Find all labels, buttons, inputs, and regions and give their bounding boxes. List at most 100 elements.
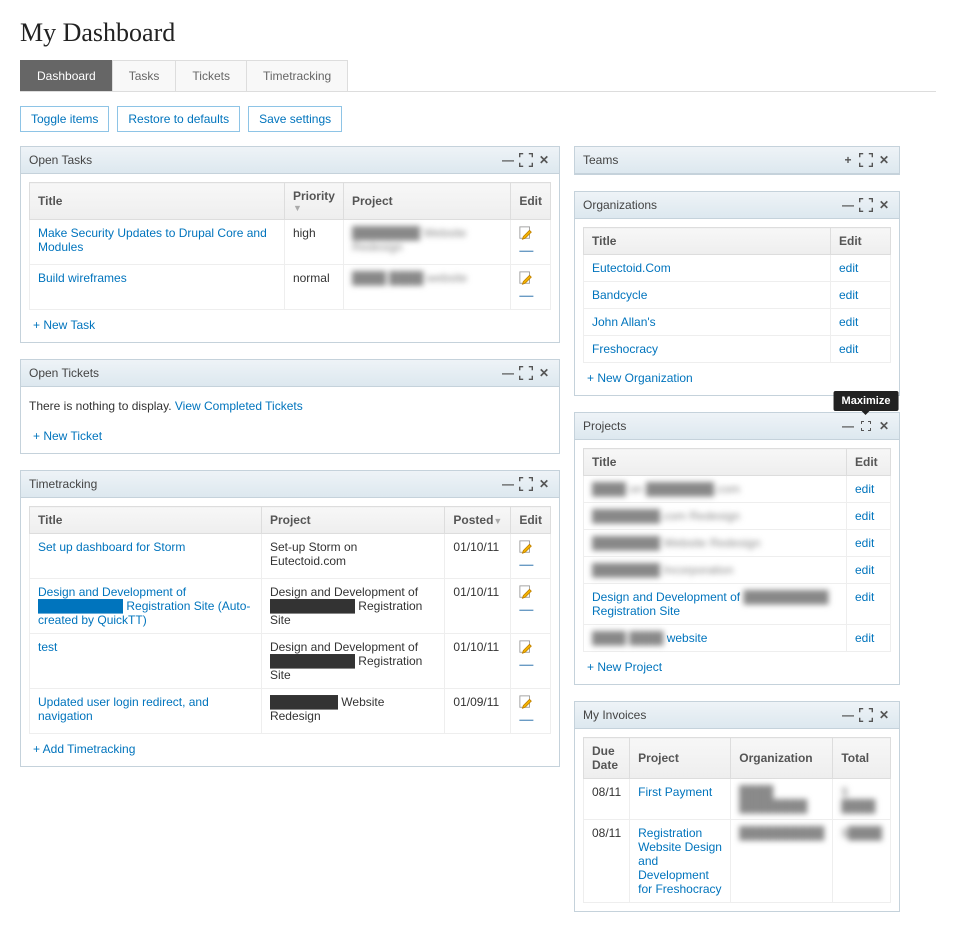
table-row: 08/11Registration Website Design and Dev…: [584, 820, 891, 903]
col-title[interactable]: Title: [584, 228, 831, 255]
maximize-icon[interactable]: [859, 708, 873, 722]
new-organization-link[interactable]: + New Organization: [583, 363, 697, 387]
edit-icon[interactable]: [519, 585, 533, 599]
task-link[interactable]: Build wireframes: [38, 271, 127, 285]
tab-tickets[interactable]: Tickets: [175, 60, 247, 91]
close-icon[interactable]: ✕: [537, 366, 551, 380]
toggle-items-button[interactable]: Toggle items: [20, 106, 109, 132]
close-icon[interactable]: ✕: [877, 153, 891, 167]
table-row: ████████ Incorporation edit: [584, 557, 891, 584]
minimize-icon[interactable]: —: [501, 477, 515, 491]
close-icon[interactable]: ✕: [877, 708, 891, 722]
table-row: ████ on ████████.com edit: [584, 476, 891, 503]
org-link[interactable]: Freshocracy: [592, 342, 658, 356]
org-link[interactable]: Eutectoid.Com: [592, 261, 671, 275]
save-settings-button[interactable]: Save settings: [248, 106, 342, 132]
col-edit: Edit: [511, 507, 551, 534]
new-ticket-link[interactable]: + New Ticket: [29, 421, 106, 445]
remove-icon[interactable]: —: [519, 714, 533, 724]
tab-bar: Dashboard Tasks Tickets Timetracking: [20, 60, 936, 92]
minimize-icon[interactable]: —: [501, 153, 515, 167]
project-link[interactable]: ████ ████ website: [592, 631, 707, 645]
maximize-icon[interactable]: [859, 198, 873, 212]
minimize-icon[interactable]: —: [841, 198, 855, 212]
tab-tasks[interactable]: Tasks: [112, 60, 177, 91]
edit-icon[interactable]: [519, 226, 533, 240]
edit-icon[interactable]: [519, 540, 533, 554]
remove-icon[interactable]: —: [519, 559, 533, 569]
col-org[interactable]: Organization: [731, 738, 833, 779]
minimize-icon[interactable]: —: [841, 708, 855, 722]
edit-link[interactable]: edit: [855, 536, 874, 550]
col-total[interactable]: Total: [833, 738, 891, 779]
table-row: testDesign and Development of ██████████…: [30, 634, 551, 689]
posted-cell: 01/10/11: [445, 534, 511, 579]
table-row: Set up dashboard for StormSet-up Storm o…: [30, 534, 551, 579]
new-project-link[interactable]: + New Project: [583, 652, 666, 676]
remove-icon[interactable]: —: [519, 659, 533, 669]
tt-link[interactable]: test: [38, 640, 57, 654]
tab-dashboard[interactable]: Dashboard: [20, 60, 113, 91]
edit-link[interactable]: edit: [855, 631, 874, 645]
close-icon[interactable]: ✕: [877, 419, 891, 433]
tab-timetracking[interactable]: Timetracking: [246, 60, 348, 91]
close-icon[interactable]: ✕: [537, 477, 551, 491]
add-timetracking-link[interactable]: + Add Timetracking: [29, 734, 139, 758]
col-due[interactable]: Due Date: [584, 738, 630, 779]
edit-icon[interactable]: [519, 271, 533, 285]
invoice-link[interactable]: Registration Website Design and Developm…: [638, 826, 722, 896]
close-icon[interactable]: ✕: [877, 198, 891, 212]
restore-defaults-button[interactable]: Restore to defaults: [117, 106, 240, 132]
minimize-icon[interactable]: —: [841, 419, 855, 433]
col-priority[interactable]: Priority▼: [284, 183, 343, 220]
widget-title: Projects: [583, 419, 841, 433]
edit-link[interactable]: edit: [839, 288, 858, 302]
project-link[interactable]: ████████ Incorporation: [592, 563, 733, 577]
view-completed-link[interactable]: View Completed Tickets: [175, 399, 303, 413]
edit-link[interactable]: edit: [855, 563, 874, 577]
new-task-link[interactable]: + New Task: [29, 310, 99, 334]
edit-link[interactable]: edit: [855, 509, 874, 523]
edit-link[interactable]: edit: [839, 342, 858, 356]
project-link[interactable]: ████ on ████████.com: [592, 482, 740, 496]
maximize-icon[interactable]: [519, 477, 533, 491]
col-project[interactable]: Project: [261, 507, 444, 534]
col-project[interactable]: Project: [630, 738, 731, 779]
tt-link[interactable]: Set up dashboard for Storm: [38, 540, 185, 554]
project-link[interactable]: Design and Development of ██████████ Reg…: [592, 590, 828, 618]
project-link[interactable]: ████████.com Redesign: [592, 509, 740, 523]
close-icon[interactable]: ✕: [537, 153, 551, 167]
col-title[interactable]: Title: [30, 183, 285, 220]
org-link[interactable]: Bandcycle: [592, 288, 647, 302]
col-project[interactable]: Project: [343, 183, 510, 220]
open-tasks-table: Title Priority▼ Project Edit Make Securi…: [29, 182, 551, 310]
add-icon[interactable]: +: [841, 153, 855, 167]
col-title[interactable]: Title: [30, 507, 262, 534]
edit-link[interactable]: edit: [839, 315, 858, 329]
col-posted[interactable]: Posted▼: [445, 507, 511, 534]
edit-link[interactable]: edit: [855, 482, 874, 496]
project-link[interactable]: ████████ Website Redesign: [592, 536, 761, 550]
table-row: ████ ████ website edit: [584, 625, 891, 652]
org-link[interactable]: John Allan's: [592, 315, 656, 329]
page-title: My Dashboard: [20, 0, 936, 60]
org-cell: ████ ████████: [739, 785, 807, 813]
col-title[interactable]: Title: [584, 449, 847, 476]
edit-icon[interactable]: [519, 695, 533, 709]
remove-icon[interactable]: —: [519, 604, 533, 614]
maximize-icon[interactable]: [859, 153, 873, 167]
remove-icon[interactable]: —: [519, 290, 533, 300]
minimize-icon[interactable]: —: [501, 366, 515, 380]
invoice-link[interactable]: First Payment: [638, 785, 712, 799]
empty-text: There is nothing to display.: [29, 399, 172, 413]
remove-icon[interactable]: —: [519, 245, 533, 255]
tt-link[interactable]: Design and Development of ██████████ Reg…: [38, 585, 250, 627]
maximize-icon[interactable]: Maximize: [859, 419, 873, 433]
edit-icon[interactable]: [519, 640, 533, 654]
edit-link[interactable]: edit: [855, 590, 874, 604]
edit-link[interactable]: edit: [839, 261, 858, 275]
maximize-icon[interactable]: [519, 153, 533, 167]
maximize-icon[interactable]: [519, 366, 533, 380]
task-link[interactable]: Make Security Updates to Drupal Core and…: [38, 226, 267, 254]
tt-link[interactable]: Updated user login redirect, and navigat…: [38, 695, 209, 723]
